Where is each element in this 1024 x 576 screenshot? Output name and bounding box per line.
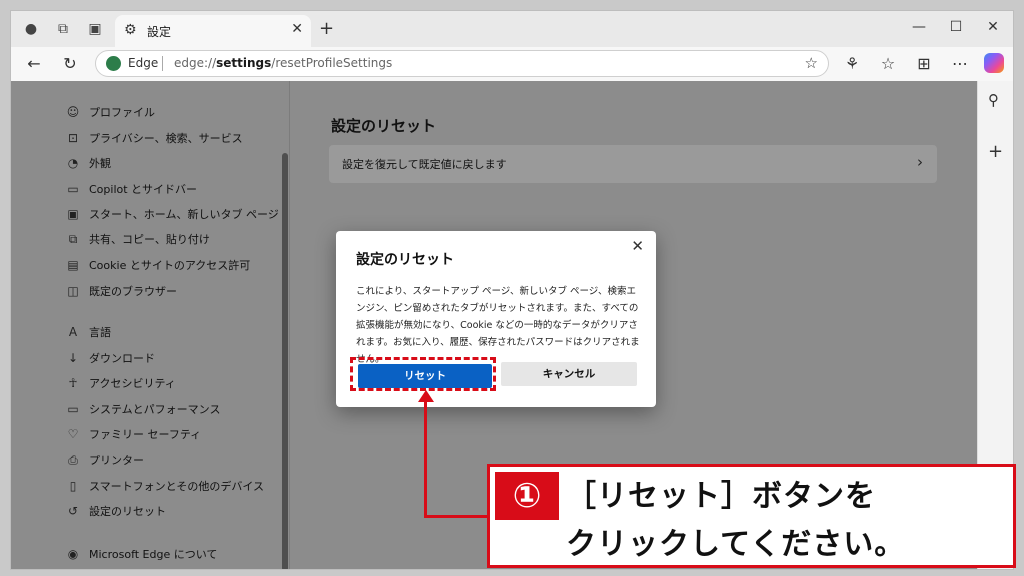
sidebar-item-label: 共有、コピー、貼り付け [89,233,210,246]
more-menu-icon[interactable]: ⋯ [949,53,971,75]
sidebar-item-label: Copilot とサイドバー [89,183,198,196]
download-icon: ↓ [67,351,79,365]
sidebar-item[interactable]: ▭ システムとパフォーマンス [65,399,220,419]
sidebar-item[interactable]: ◫ 既定のブラウザー [65,281,177,301]
toolbar: ← ↻ Edge edge://settings/resetProfileSet… [11,47,1013,81]
new-tab-icon[interactable]: + [319,18,334,39]
family-icon: ♡ [67,427,79,441]
sidebar-item-label: プロファイル [89,106,155,119]
sidebar-item[interactable]: ↓ ダウンロード [65,348,155,368]
appearance-icon: ◔ [67,156,79,170]
restore-defaults-row[interactable]: 設定を復元して既定値に戻します › [329,145,937,183]
sidebar-item[interactable]: ♡ ファミリー セーフティ [65,424,202,444]
close-window-icon[interactable]: ✕ [978,19,1008,35]
sidebar-icon: ▭ [67,182,79,196]
instruction-callout: ① ［リセット］ボタンを クリックしてください。 [487,464,1016,568]
performance-icon: ▭ [67,402,79,416]
reset-icon: ↺ [67,504,79,518]
favorite-star-icon[interactable]: ☆ [805,54,818,72]
sidebar-item-label: Cookie とサイトのアクセス許可 [89,259,251,272]
sidebar-item[interactable]: A 言語 [65,322,111,342]
sidebar-item-label: 外観 [89,157,111,170]
default-browser-icon: ◫ [67,284,79,298]
minimize-icon[interactable]: — [904,19,934,35]
back-icon[interactable]: ← [23,53,45,75]
url-text: edge://settings/resetProfileSettings [174,56,393,70]
site-label: Edge [128,56,159,70]
sidebar-item[interactable]: ↺ 設定のリセット [65,501,166,521]
printer-icon: ⎙ [68,453,78,467]
sidebar-item[interactable]: ◉ Microsoft Edge について [65,544,218,564]
cancel-button[interactable]: キャンセル [501,362,637,386]
accessibility-icon: ☥ [68,376,78,390]
sidebar-item[interactable]: ⧉ 共有、コピー、貼り付け [65,229,210,249]
workspaces-icon[interactable]: ⧉ [53,19,73,39]
lock-icon: ⊡ [67,131,79,145]
callout-line-2: クリックしてください。 [566,527,906,562]
language-icon: A [68,325,78,339]
step-number: ① [495,472,559,520]
profile-icon: ☺ [66,105,80,119]
sidebar-item-label: ファミリー セーフティ [89,428,202,441]
sidebar-item[interactable]: ⊡ プライバシー、検索、サービス [65,128,243,148]
tab-title: 設定 [147,25,172,39]
sidebar-item[interactable]: ⎙ プリンター [65,450,144,470]
address-bar[interactable]: Edge edge://settings/resetProfileSetting… [95,50,829,77]
dialog-body: これにより、スタートアップ ページ、新しいタブ ページ、検索エンジン、ピン留めさ… [356,286,640,365]
arrow-line [424,398,427,518]
sidebar-item-label: システムとパフォーマンス [89,403,221,416]
tab-settings[interactable]: ⚙ 設定 ✕ [115,15,311,47]
sidebar-item[interactable]: ☥ アクセシビリティ [65,373,176,393]
vertical-tabs-icon[interactable]: ▣ [85,19,105,39]
callout-line-1: ［リセット］ボタンを [566,479,876,514]
add-icon[interactable]: + [988,141,1003,162]
refresh-icon[interactable]: ↻ [59,53,81,75]
screenshot-icon[interactable]: ⊞ [913,53,935,75]
profile-avatar-icon[interactable]: ● [21,19,41,39]
cookie-icon: ▤ [67,258,79,272]
tab-strip: ● ⧉ ▣ ⚙ 設定 ✕ + — ☐ ✕ [11,11,1013,47]
copilot-icon[interactable] [984,53,1004,73]
highlight-box [350,357,496,391]
page-title: 設定のリセット [331,117,437,135]
sidebar-item-label: スタート、ホーム、新しいタブ ページ [89,208,279,221]
sidebar-item-label: 既定のブラウザー [89,285,177,298]
sidebar-item[interactable]: ◔ 外観 [65,153,111,173]
sidebar-item[interactable]: ☺ プロファイル [65,102,155,122]
omnibox-divider [162,56,163,71]
edge-logo-icon [106,56,121,71]
sidebar-item[interactable]: ▭ Copilot とサイドバー [65,179,197,199]
share-icon: ⧉ [68,232,78,246]
settings-sidebar: ☺ プロファイル ⊡ プライバシー、検索、サービス ◔ 外観 ▭ Copilot とサイドバー… [11,81,289,569]
sidebar-item-label: 言語 [89,326,111,339]
close-tab-icon[interactable]: ✕ [291,21,303,37]
close-icon[interactable]: ✕ [631,237,644,255]
sidebar-item-label: プライバシー、検索、サービス [89,132,243,145]
sidebar-item[interactable]: ▤ Cookie とサイトのアクセス許可 [65,255,250,275]
sidebar-item[interactable]: ▣ スタート、ホーム、新しいタブ ページ [65,204,279,224]
sidebar-item-label: 設定のリセット [89,505,166,518]
maximize-icon[interactable]: ☐ [941,19,971,35]
sidebar-item-label: スマートフォンとその他のデバイス [89,480,265,493]
extensions-icon[interactable]: ⚘ [841,53,863,75]
restore-defaults-label: 設定を復元して既定値に戻します [342,158,507,171]
sidebar-item-label: ダウンロード [89,352,155,365]
sidebar-divider [289,81,290,569]
sidebar-item[interactable]: ▯ スマートフォンとその他のデバイス [65,476,264,496]
sidebar-scrollbar[interactable] [282,153,288,569]
sidebar-item-label: Microsoft Edge について [89,548,218,561]
chevron-right-icon: › [917,153,923,171]
gear-icon: ⚙ [124,22,137,38]
home-icon: ▣ [67,207,79,221]
dialog-title: 設定のリセット [356,252,454,268]
favorites-icon[interactable]: ☆ [877,53,899,75]
arrow-line-horizontal [424,515,488,518]
search-icon[interactable]: ⚲ [988,91,999,109]
edge-icon: ◉ [67,547,79,561]
phone-icon: ▯ [69,479,77,493]
sidebar-item-label: アクセシビリティ [89,377,176,390]
sidebar-item-label: プリンター [89,454,144,467]
